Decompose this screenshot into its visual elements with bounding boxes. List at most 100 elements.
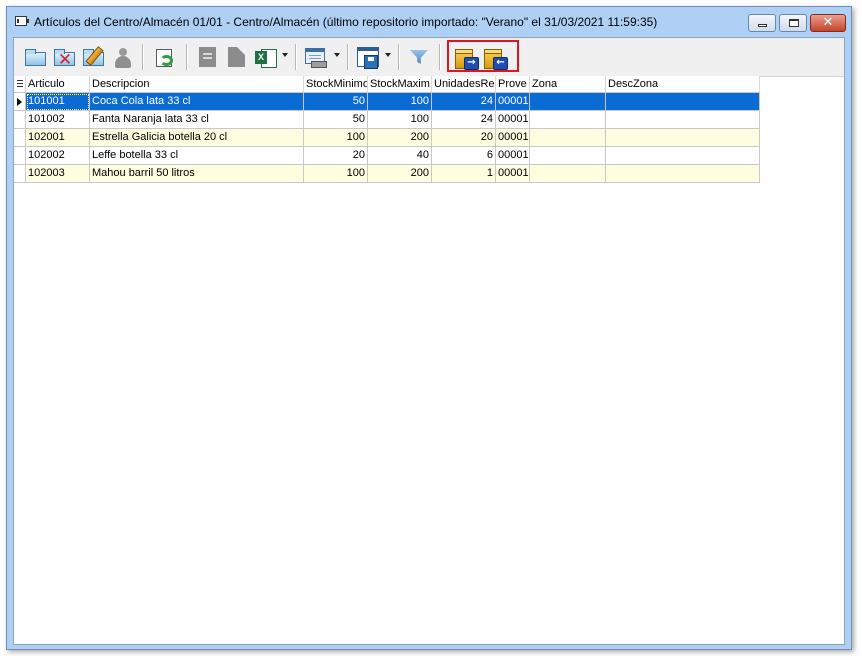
cell-unidades[interactable]: 6 <box>432 147 496 165</box>
grid-header: Articulo Descripcion StockMinimo StockMa… <box>14 76 760 93</box>
table-row[interactable]: 102001 Estrella Galicia botella 20 cl 10… <box>14 129 760 147</box>
cell-desc-zona[interactable] <box>606 93 760 111</box>
document-button[interactable] <box>194 44 220 70</box>
new-button[interactable] <box>22 44 48 70</box>
row-indicator <box>14 147 26 165</box>
delete-button[interactable]: ✕ <box>51 44 77 70</box>
user-button[interactable] <box>110 44 136 70</box>
cell-articulo[interactable]: 102001 <box>26 129 90 147</box>
table-row[interactable]: 102003 Mahou barril 50 litros 100 200 1 … <box>14 165 760 183</box>
edit-button[interactable] <box>80 44 106 70</box>
save-layout-dropdown-arrow[interactable] <box>385 53 391 57</box>
cell-stock-maximo[interactable]: 200 <box>368 165 432 183</box>
cell-stock-minimo[interactable]: 50 <box>304 93 368 111</box>
document-corner-button[interactable] <box>223 44 249 70</box>
cell-desc-zona[interactable] <box>606 165 760 183</box>
cell-desc-zona[interactable] <box>606 129 760 147</box>
header-unidades[interactable]: UnidadesRe <box>432 76 496 93</box>
title-bar[interactable]: Artículos del Centro/Almacén 01/01 - Cen… <box>7 7 851 37</box>
cell-descripcion[interactable]: Coca Cola lata 33 cl <box>90 93 304 111</box>
cell-descripcion[interactable]: Estrella Galicia botella 20 cl <box>90 129 304 147</box>
window-title: Artículos del Centro/Almacén 01/01 - Cen… <box>34 15 658 29</box>
filter-button[interactable] <box>406 44 432 70</box>
cell-proveedor[interactable]: 00001 <box>496 165 530 183</box>
cell-zona[interactable] <box>530 147 606 165</box>
cell-articulo[interactable]: 101002 <box>26 111 90 129</box>
cell-stock-minimo[interactable]: 50 <box>304 111 368 129</box>
header-zona[interactable]: Zona <box>530 76 606 93</box>
filter-icon <box>409 48 429 68</box>
cell-desc-zona[interactable] <box>606 147 760 165</box>
toolbar-separator <box>186 44 188 70</box>
cell-stock-minimo[interactable]: 100 <box>304 129 368 147</box>
header-proveedor[interactable]: Prove <box>496 76 530 93</box>
cell-descripcion[interactable]: Mahou barril 50 litros <box>90 165 304 183</box>
cell-articulo[interactable]: 101001 <box>26 93 90 111</box>
header-descripcion[interactable]: Descripcion <box>90 76 304 93</box>
export-button[interactable]: → <box>453 44 479 70</box>
cell-zona[interactable] <box>530 165 606 183</box>
report-icon <box>305 48 327 68</box>
cell-articulo[interactable]: 102003 <box>26 165 90 183</box>
cell-unidades[interactable]: 20 <box>432 129 496 147</box>
cell-desc-zona[interactable] <box>606 111 760 129</box>
cell-proveedor[interactable]: 00001 <box>496 111 530 129</box>
report-button[interactable] <box>302 44 328 70</box>
save-layout-icon <box>357 47 379 69</box>
cell-stock-minimo[interactable]: 20 <box>304 147 368 165</box>
excel-dropdown-arrow[interactable] <box>282 53 288 57</box>
table-row[interactable]: 102002 Leffe botella 33 cl 20 40 6 00001 <box>14 147 760 165</box>
cell-descripcion[interactable]: Fanta Naranja lata 33 cl <box>90 111 304 129</box>
cell-articulo[interactable]: 102002 <box>26 147 90 165</box>
import-box-icon: ← <box>484 49 508 70</box>
maximize-icon <box>789 19 799 27</box>
excel-icon: X <box>255 47 277 68</box>
column-chooser[interactable] <box>14 76 26 93</box>
table-row[interactable]: 101002 Fanta Naranja lata 33 cl 50 100 2… <box>14 111 760 129</box>
client-area: ✕ X → ← Articulo Descripcion StockMinimo… <box>13 37 845 645</box>
row-indicator <box>14 93 26 111</box>
excel-export-button[interactable]: X <box>252 44 278 70</box>
current-row-pointer-icon <box>17 98 22 106</box>
save-layout-button[interactable] <box>354 44 380 70</box>
toolbar: ✕ X → ← <box>14 38 844 77</box>
user-icon <box>115 48 131 68</box>
cell-proveedor[interactable]: 00001 <box>496 147 530 165</box>
close-icon: ✕ <box>822 15 834 30</box>
cell-stock-maximo[interactable]: 200 <box>368 129 432 147</box>
toolbar-separator <box>142 44 144 70</box>
report-dropdown-arrow[interactable] <box>334 53 340 57</box>
cell-zona[interactable] <box>530 111 606 129</box>
document-icon <box>199 47 216 67</box>
row-indicator <box>14 111 26 129</box>
cell-descripcion[interactable]: Leffe botella 33 cl <box>90 147 304 165</box>
cell-unidades[interactable]: 24 <box>432 93 496 111</box>
header-stock-maximo[interactable]: StockMaxim <box>368 76 432 93</box>
cell-stock-maximo[interactable]: 100 <box>368 111 432 129</box>
table-row[interactable]: 101001 Coca Cola lata 33 cl 50 100 24 00… <box>14 93 760 111</box>
cell-unidades[interactable]: 1 <box>432 165 496 183</box>
minimize-button[interactable] <box>748 14 776 32</box>
toolbar-separator <box>398 44 400 70</box>
refresh-button[interactable] <box>150 44 176 70</box>
cell-stock-minimo[interactable]: 100 <box>304 165 368 183</box>
cell-proveedor[interactable]: 00001 <box>496 129 530 147</box>
cell-proveedor[interactable]: 00001 <box>496 93 530 111</box>
maximize-button[interactable] <box>779 14 807 32</box>
delete-icon: ✕ <box>57 50 73 70</box>
cell-unidades[interactable]: 24 <box>432 111 496 129</box>
close-button[interactable]: ✕ <box>810 14 846 32</box>
cell-stock-maximo[interactable]: 100 <box>368 93 432 111</box>
header-desc-zona[interactable]: DescZona <box>606 76 760 93</box>
toolbar-separator <box>439 44 441 70</box>
header-stock-minimo[interactable]: StockMinimo <box>304 76 368 93</box>
cell-zona[interactable] <box>530 129 606 147</box>
cell-stock-maximo[interactable]: 40 <box>368 147 432 165</box>
toolbar-separator <box>295 44 297 70</box>
import-button[interactable]: ← <box>482 44 508 70</box>
new-folder-icon <box>25 49 46 66</box>
export-box-icon: → <box>455 49 479 70</box>
header-articulo[interactable]: Articulo <box>26 76 90 93</box>
columns-icon <box>17 80 23 89</box>
cell-zona[interactable] <box>530 93 606 111</box>
